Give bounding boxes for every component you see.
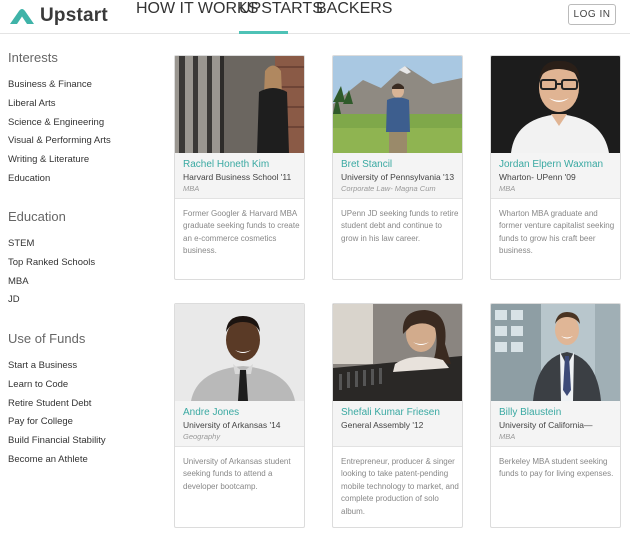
profile-summary: Shefali Kumar Friesen General Assembly '… (333, 401, 462, 447)
nav-how-it-works[interactable]: HOW IT WORKS (136, 0, 258, 34)
man-in-shirt-and-tie-photo (175, 304, 304, 401)
filter-item[interactable]: Writing & Literature (8, 151, 168, 170)
profile-name[interactable]: Shefali Kumar Friesen (341, 406, 454, 419)
login-button[interactable]: LOG IN (568, 4, 616, 25)
profile-description: Former Googler & Harvard MBA graduate se… (183, 209, 300, 256)
profile-photo[interactable] (175, 304, 304, 401)
upstart-profile-card[interactable]: Andre Jones University of Arkansas '14 G… (174, 303, 305, 528)
profile-photo[interactable] (333, 56, 462, 153)
nav-backers[interactable]: BACKERS (316, 0, 392, 34)
profile-description: Entrepreneur, producer & singer looking … (341, 457, 459, 516)
upstart-profile-card[interactable]: Rachel Honeth Kim Harvard Business Schoo… (174, 55, 305, 280)
profile-degree: Geography (183, 432, 221, 441)
brand-logo[interactable]: Upstart (10, 5, 108, 27)
filter-item[interactable]: Become an Athlete (8, 451, 168, 470)
filter-list: Start a Business Learn to Code Retire St… (8, 357, 168, 470)
profile-summary: Billy Blaustein University of California… (491, 401, 620, 447)
profile-degree: MBA (499, 432, 516, 441)
upstart-profile-card[interactable]: Billy Blaustein University of California… (490, 303, 621, 528)
profile-name[interactable]: Rachel Honeth Kim (183, 158, 296, 171)
filter-list: Business & Finance Liberal Arts Science … (8, 76, 168, 189)
profile-summary: Andre Jones University of Arkansas '14 G… (175, 401, 304, 447)
smiling-man-with-glasses-photo (491, 56, 620, 153)
profile-degree: MBA (499, 184, 516, 193)
profile-description: UPenn JD seeking funds to retire student… (341, 209, 459, 243)
filter-section-interests: Interests Business & Finance Liberal Art… (8, 48, 168, 189)
profile-school: University of Arkansas '14 (183, 420, 281, 430)
nav-upstarts-label: UPSTARTS (239, 0, 323, 17)
filter-item[interactable]: Science & Engineering (8, 114, 168, 133)
filter-item[interactable]: Retire Student Debt (8, 395, 168, 414)
filter-item[interactable]: Business & Finance (8, 76, 168, 95)
filter-item[interactable]: MBA (8, 273, 168, 292)
profile-school: Wharton- UPenn '09 (499, 172, 576, 182)
upstart-profile-card[interactable]: Bret Stancil University of Pennsylvania … (332, 55, 463, 280)
profile-photo[interactable] (491, 56, 620, 153)
filter-item[interactable]: Visual & Performing Arts (8, 132, 168, 151)
filter-heading: Use of Funds (8, 331, 86, 346)
filter-item[interactable]: Pay for College (8, 413, 168, 432)
profile-photo[interactable] (491, 304, 620, 401)
nav-backers-label: BACKERS (316, 0, 393, 17)
profile-school: University of Pennsylvania '13 (341, 172, 454, 182)
filter-item[interactable]: Learn to Code (8, 376, 168, 395)
profile-name[interactable]: Billy Blaustein (499, 406, 612, 419)
profile-name[interactable]: Bret Stancil (341, 158, 454, 171)
profile-school: Harvard Business School '11 (183, 172, 292, 182)
upstart-profile-card[interactable]: Shefali Kumar Friesen General Assembly '… (332, 303, 463, 528)
filter-heading: Interests (8, 50, 58, 65)
filter-list: STEM Top Ranked Schools MBA JD (8, 235, 168, 310)
profile-description: Berkeley MBA student seeking funds to pa… (499, 457, 614, 479)
filter-item[interactable]: Build Financial Stability (8, 432, 168, 451)
profile-school: University of California— (499, 420, 593, 430)
filter-item[interactable]: Education (8, 170, 168, 189)
profile-photo[interactable] (333, 304, 462, 401)
profile-summary: Rachel Honeth Kim Harvard Business Schoo… (175, 153, 304, 199)
profile-summary: Bret Stancil University of Pennsylvania … (333, 153, 462, 199)
profile-degree: MBA (183, 184, 200, 193)
filter-section-education: Education STEM Top Ranked Schools MBA JD (8, 207, 168, 310)
profile-description: University of Arkansas student seeking f… (183, 457, 291, 491)
active-tab-indicator (239, 31, 288, 34)
filter-heading: Education (8, 209, 66, 224)
filter-item[interactable]: STEM (8, 235, 168, 254)
man-in-mountain-meadow-photo (333, 56, 462, 153)
profile-degree: Corporate Law- Magna Cum (341, 184, 436, 193)
woman-standing-by-window-photo (175, 56, 304, 153)
woman-at-mixing-console-photo (333, 304, 462, 401)
profile-photo[interactable] (175, 56, 304, 153)
filter-item[interactable]: Liberal Arts (8, 95, 168, 114)
upstart-mountain-icon (10, 9, 34, 24)
filter-section-use-of-funds: Use of Funds Start a Business Learn to C… (8, 329, 168, 470)
brand-name: Upstart (40, 5, 108, 26)
profile-school: General Assembly '12 (341, 420, 424, 430)
top-nav-bar: Upstart HOW IT WORKS UPSTARTS BACKERS LO… (0, 0, 630, 34)
filter-item[interactable]: Top Ranked Schools (8, 254, 168, 273)
man-in-suit-office-photo (491, 304, 620, 401)
profile-summary: Jordan Elpern Waxman Wharton- UPenn '09 … (491, 153, 620, 199)
filter-item[interactable]: Start a Business (8, 357, 168, 376)
nav-upstarts[interactable]: UPSTARTS (239, 0, 323, 34)
filter-item[interactable]: JD (8, 291, 168, 310)
profile-name[interactable]: Jordan Elpern Waxman (499, 158, 612, 171)
upstart-profile-card[interactable]: Jordan Elpern Waxman Wharton- UPenn '09 … (490, 55, 621, 280)
profile-description: Wharton MBA graduate and former venture … (499, 209, 615, 256)
profile-name[interactable]: Andre Jones (183, 406, 296, 419)
